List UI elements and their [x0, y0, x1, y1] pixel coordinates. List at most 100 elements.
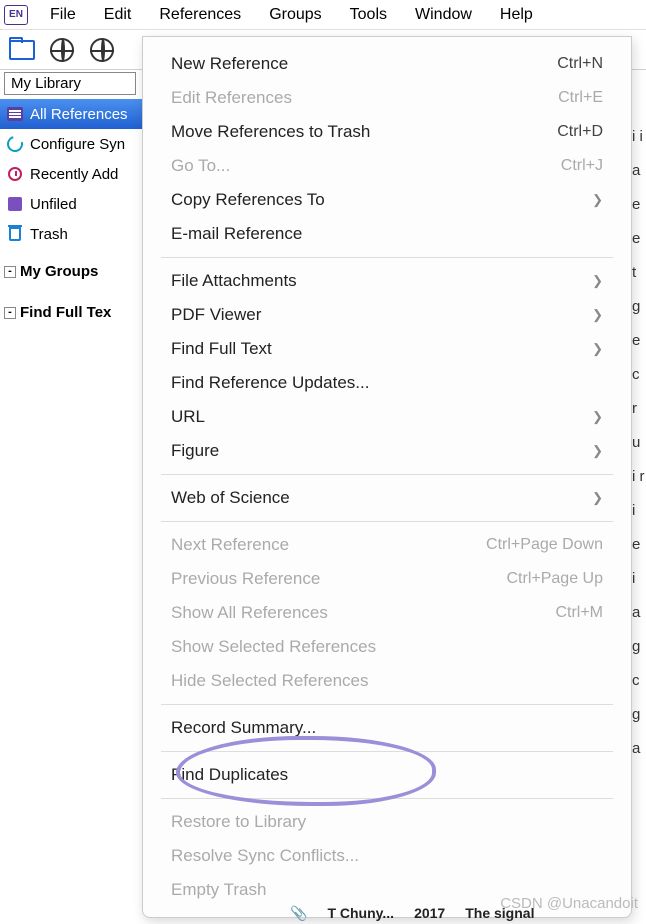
sidebar-group-label: Find Full Tex	[20, 304, 111, 321]
references-dropdown: New ReferenceCtrl+N Edit References Ctrl+E…	[142, 36, 632, 918]
menu-item-label: Find Reference Updates...	[171, 373, 369, 393]
menu-shortcut: Ctrl+J	[561, 157, 603, 175]
chevron-right-icon: ❯	[592, 307, 603, 323]
menu-item-label: PDF Viewer	[171, 305, 261, 325]
menu-item-previous-reference: Previous Reference Ctrl+Page Up	[143, 562, 631, 596]
globe-button-2[interactable]	[86, 35, 118, 65]
menu-item-hide-selected-references: Hide Selected References	[143, 664, 631, 698]
menu-item-label: Hide Selected References	[171, 671, 369, 691]
sidebar-item-label: Unfiled	[30, 196, 77, 213]
clock-icon	[6, 165, 24, 183]
menu-item-go-to: Go To...Ctrl+J	[143, 149, 631, 183]
menu-item-label: Record Summary...	[171, 718, 316, 738]
expand-icon[interactable]: -	[4, 266, 16, 278]
sidebar-item-configure-sync[interactable]: Configure Syn	[0, 129, 142, 159]
menu-item-record-summary[interactable]: Record Summary...	[143, 711, 631, 745]
folder-icon	[9, 40, 35, 60]
menu-item-edit-references: Edit References Ctrl+E	[143, 81, 631, 115]
sidebar-item-label: All References	[30, 106, 128, 123]
expand-icon[interactable]: -	[4, 307, 16, 319]
menu-shortcut: Ctrl+Page Up	[507, 570, 604, 588]
globe-button-1[interactable]	[46, 35, 78, 65]
menu-item-label: Show Selected References	[171, 637, 376, 657]
sidebar-group-label: My Groups	[20, 263, 98, 280]
chevron-right-icon: ❯	[592, 409, 603, 425]
menu-item-label: Find Full Text	[171, 339, 272, 359]
menu-item-label: File Attachments	[171, 271, 297, 291]
menu-item-show-all-references: Show All ReferencesCtrl+M	[143, 596, 631, 630]
menu-item-resolve-sync-conflicts: Resolve Sync Conflicts...	[143, 839, 631, 873]
menu-help[interactable]: Help	[486, 2, 547, 28]
menu-item-label: Find Duplicates	[171, 765, 288, 785]
menu-item-find-duplicates[interactable]: Find Duplicates	[143, 758, 631, 792]
sidebar-group-find-full-text[interactable]: - Find Full Tex	[0, 298, 142, 327]
menu-item-label: Figure	[171, 441, 219, 461]
menu-item-label: Empty Trash	[171, 880, 266, 900]
chevron-right-icon: ❯	[592, 273, 603, 289]
sidebar-item-label: Recently Add	[30, 166, 118, 183]
menu-item-url[interactable]: URL ❯	[143, 400, 631, 434]
chevron-right-icon: ❯	[592, 341, 603, 357]
menu-shortcut: Ctrl+N	[557, 55, 603, 73]
menu-tools[interactable]: Tools	[336, 2, 401, 28]
menu-item-label: Web of Science	[171, 488, 290, 508]
menu-item-pdf-viewer[interactable]: PDF Viewer ❯	[143, 298, 631, 332]
bg-year: 2017	[414, 905, 445, 921]
sidebar-item-label: Configure Syn	[30, 136, 125, 153]
menu-item-file-attachments[interactable]: File Attachments ❯	[143, 264, 631, 298]
menu-item-next-reference: Next ReferenceCtrl+Page Down	[143, 528, 631, 562]
menu-references[interactable]: References	[145, 2, 255, 28]
menu-item-label: Show All References	[171, 603, 328, 623]
menu-item-label: Resolve Sync Conflicts...	[171, 846, 359, 866]
menu-item-label: E-mail Reference	[171, 224, 302, 244]
menu-item-new-reference[interactable]: New ReferenceCtrl+N	[143, 47, 631, 81]
menu-separator	[161, 798, 613, 799]
globe-icon	[50, 38, 74, 62]
menu-item-label: Copy References To	[171, 190, 325, 210]
sidebar-item-recently-added[interactable]: Recently Add	[0, 159, 142, 189]
bg-author: T Chuny...	[327, 905, 394, 921]
sidebar-item-all-references[interactable]: All References	[0, 99, 142, 129]
sync-icon	[6, 135, 24, 153]
sidebar-item-unfiled[interactable]: Unfiled	[0, 189, 142, 219]
sidebar-item-trash[interactable]: Trash	[0, 219, 142, 249]
menu-file[interactable]: File	[36, 2, 90, 28]
menu-separator	[161, 474, 613, 475]
menu-separator	[161, 257, 613, 258]
menu-shortcut: Ctrl+Page Down	[486, 536, 603, 554]
menu-edit[interactable]: Edit	[90, 2, 146, 28]
menu-item-label: URL	[171, 407, 205, 427]
menu-item-restore-to-library: Restore to Library	[143, 805, 631, 839]
watermark: CSDN @Unacandoit	[500, 895, 638, 912]
menu-item-find-full-text[interactable]: Find Full Text ❯	[143, 332, 631, 366]
folder-button[interactable]	[6, 35, 38, 65]
menu-item-figure[interactable]: Figure ❯	[143, 434, 631, 468]
menu-separator	[161, 704, 613, 705]
menu-item-e-mail-reference[interactable]: E-mail Reference	[143, 217, 631, 251]
menu-item-label: Move References to Trash	[171, 122, 370, 142]
menu-separator	[161, 751, 613, 752]
trash-icon	[6, 225, 24, 243]
menu-item-copy-references-to[interactable]: Copy References To ❯	[143, 183, 631, 217]
globe-icon	[90, 38, 114, 62]
menu-window[interactable]: Window	[401, 2, 486, 28]
sidebar-item-label: Trash	[30, 226, 68, 243]
menu-item-move-references-to-trash[interactable]: Move References to TrashCtrl+D	[143, 115, 631, 149]
paperclip-icon: 📎	[290, 905, 307, 922]
chevron-right-icon: ❯	[592, 443, 603, 459]
menu-item-label: Edit References	[171, 88, 292, 108]
chevron-right-icon: ❯	[592, 490, 603, 506]
menu-item-show-selected-references: Show Selected References	[143, 630, 631, 664]
chevron-right-icon: ❯	[592, 192, 603, 208]
sidebar-group-my-groups[interactable]: - My Groups	[0, 257, 142, 286]
menu-groups[interactable]: Groups	[255, 2, 335, 28]
menu-item-web-of-science[interactable]: Web of Science ❯	[143, 481, 631, 515]
menu-shortcut: Ctrl+E	[558, 89, 603, 107]
menu-item-label: Previous Reference	[171, 569, 320, 589]
sidebar: All References Configure Syn Recently Ad…	[0, 97, 142, 327]
library-tab[interactable]: My Library	[4, 72, 136, 95]
all-references-icon	[6, 105, 24, 123]
menubar: EN File Edit References Groups Tools Win…	[0, 0, 646, 30]
menu-item-find-reference-updates[interactable]: Find Reference Updates...	[143, 366, 631, 400]
menu-separator	[161, 521, 613, 522]
